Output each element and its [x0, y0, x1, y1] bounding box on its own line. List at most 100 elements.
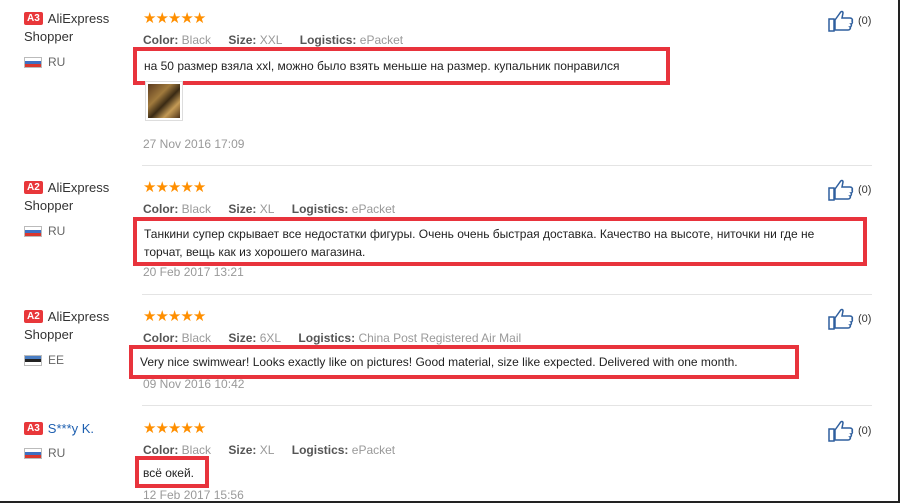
reviewer-info: A3 S***y K.	[24, 420, 124, 438]
star-icon: ★	[192, 420, 206, 437]
level-badge: A2	[24, 310, 43, 323]
star-icon: ★	[180, 308, 193, 325]
color-value: Black	[181, 443, 212, 457]
size-value: XL	[259, 202, 275, 216]
size-label: Size:	[228, 331, 257, 345]
like-button[interactable]: (0)	[828, 10, 888, 32]
review-text: Very nice swimwear! Looks exactly like o…	[129, 345, 799, 379]
star-icon: ★	[192, 10, 206, 27]
star-icon: ★	[167, 10, 181, 27]
like-count: (0)	[858, 313, 872, 325]
review-date: 27 Nov 2016 17:09	[143, 137, 245, 151]
reviewer-country: RU	[24, 55, 124, 69]
thumbs-up-icon	[828, 308, 854, 330]
country-code: RU	[48, 446, 66, 460]
logistics-value: ePacket	[359, 33, 404, 47]
review-date: 09 Nov 2016 10:42	[143, 377, 245, 391]
reviewer-info: A2 AliExpress Shopper	[24, 179, 124, 215]
star-icon: ★	[143, 308, 156, 325]
star-icon: ★	[192, 179, 206, 196]
color-value: Black	[181, 33, 212, 47]
star-icon: ★	[167, 420, 181, 437]
star-icon: ★	[180, 10, 193, 27]
thumbs-up-icon	[828, 179, 854, 201]
review-photo[interactable]	[145, 81, 183, 121]
flag-ru-icon	[24, 448, 42, 459]
review-photo-image	[148, 84, 180, 118]
reviewer-info: A3 AliExpress Shopper	[24, 10, 124, 46]
like-count: (0)	[858, 425, 872, 437]
color-label: Color:	[143, 331, 179, 345]
flag-ru-icon	[24, 226, 42, 237]
order-attributes: Color: Black Size: 6XL Logistics: China …	[143, 330, 535, 346]
star-icon: ★	[155, 308, 168, 325]
order-attributes: Color: Black Size: XL Logistics: ePacket	[143, 201, 409, 217]
star-icon: ★	[155, 179, 168, 196]
review-date: 12 Feb 2017 15:56	[143, 488, 244, 502]
level-badge: A3	[24, 12, 43, 25]
color-label: Color:	[143, 202, 179, 216]
level-badge: A3	[24, 422, 43, 435]
logistics-label: Logistics:	[291, 443, 349, 457]
like-button[interactable]: (0)	[828, 420, 888, 442]
like-count: (0)	[858, 15, 872, 27]
country-code: RU	[48, 224, 66, 238]
size-value: XXL	[259, 33, 283, 47]
logistics-label: Logistics:	[299, 33, 357, 47]
star-rating: ★★★★★	[143, 308, 206, 325]
flag-ru-icon	[24, 57, 42, 68]
reviewer-country: RU	[24, 446, 124, 460]
logistics-value: ePacket	[351, 202, 396, 216]
logistics-label: Logistics:	[298, 331, 356, 345]
star-icon: ★	[167, 308, 181, 325]
like-button[interactable]: (0)	[828, 308, 888, 330]
reviewer-country: RU	[24, 224, 124, 238]
star-icon: ★	[180, 179, 193, 196]
like-count: (0)	[858, 184, 872, 196]
review-separator	[142, 405, 872, 406]
review-separator	[142, 165, 872, 166]
reviewer-country: EE	[24, 353, 124, 367]
review-text-content: Very nice swimwear! Looks exactly like o…	[140, 355, 738, 369]
review-text-content: на 50 размер взяла xxl, можно было взять…	[144, 59, 620, 73]
country-code: EE	[48, 353, 65, 367]
star-rating: ★★★★★	[143, 179, 206, 196]
color-label: Color:	[143, 33, 179, 47]
star-icon: ★	[155, 420, 168, 437]
thumbs-up-icon	[828, 10, 854, 32]
size-value: 6XL	[259, 331, 282, 345]
color-value: Black	[181, 331, 212, 345]
color-value: Black	[181, 202, 212, 216]
star-icon: ★	[192, 308, 206, 325]
star-rating: ★★★★★	[143, 10, 206, 27]
review-separator	[142, 294, 872, 295]
size-label: Size:	[228, 443, 257, 457]
star-icon: ★	[143, 420, 156, 437]
flag-ee-icon	[24, 355, 42, 366]
size-value: XL	[259, 443, 275, 457]
size-label: Size:	[228, 33, 257, 47]
level-badge: A2	[24, 181, 43, 194]
logistics-value: ePacket	[351, 443, 396, 457]
logistics-label: Logistics:	[291, 202, 349, 216]
review-date: 20 Feb 2017 13:21	[143, 265, 244, 279]
color-label: Color:	[143, 443, 179, 457]
size-label: Size:	[228, 202, 257, 216]
logistics-value: China Post Registered Air Mail	[358, 331, 522, 345]
country-code: RU	[48, 55, 66, 69]
like-button[interactable]: (0)	[828, 179, 888, 201]
review-text: на 50 размер взяла xxl, можно было взять…	[133, 47, 670, 85]
reviewer-name[interactable]: S***y K.	[48, 421, 94, 436]
star-icon: ★	[167, 179, 181, 196]
thumbs-up-icon	[828, 420, 854, 442]
review-text: всё окей.	[135, 456, 209, 488]
review-text-content: Танкини супер скрывает все недостатки фи…	[144, 227, 815, 259]
star-icon: ★	[143, 179, 156, 196]
star-icon: ★	[180, 420, 193, 437]
star-icon: ★	[155, 10, 168, 27]
star-rating: ★★★★★	[143, 420, 206, 437]
review-text-content: всё окей.	[143, 466, 195, 480]
star-icon: ★	[143, 10, 156, 27]
review-text: Танкини супер скрывает все недостатки фи…	[133, 217, 867, 266]
reviewer-info: A2 AliExpress Shopper	[24, 308, 124, 344]
